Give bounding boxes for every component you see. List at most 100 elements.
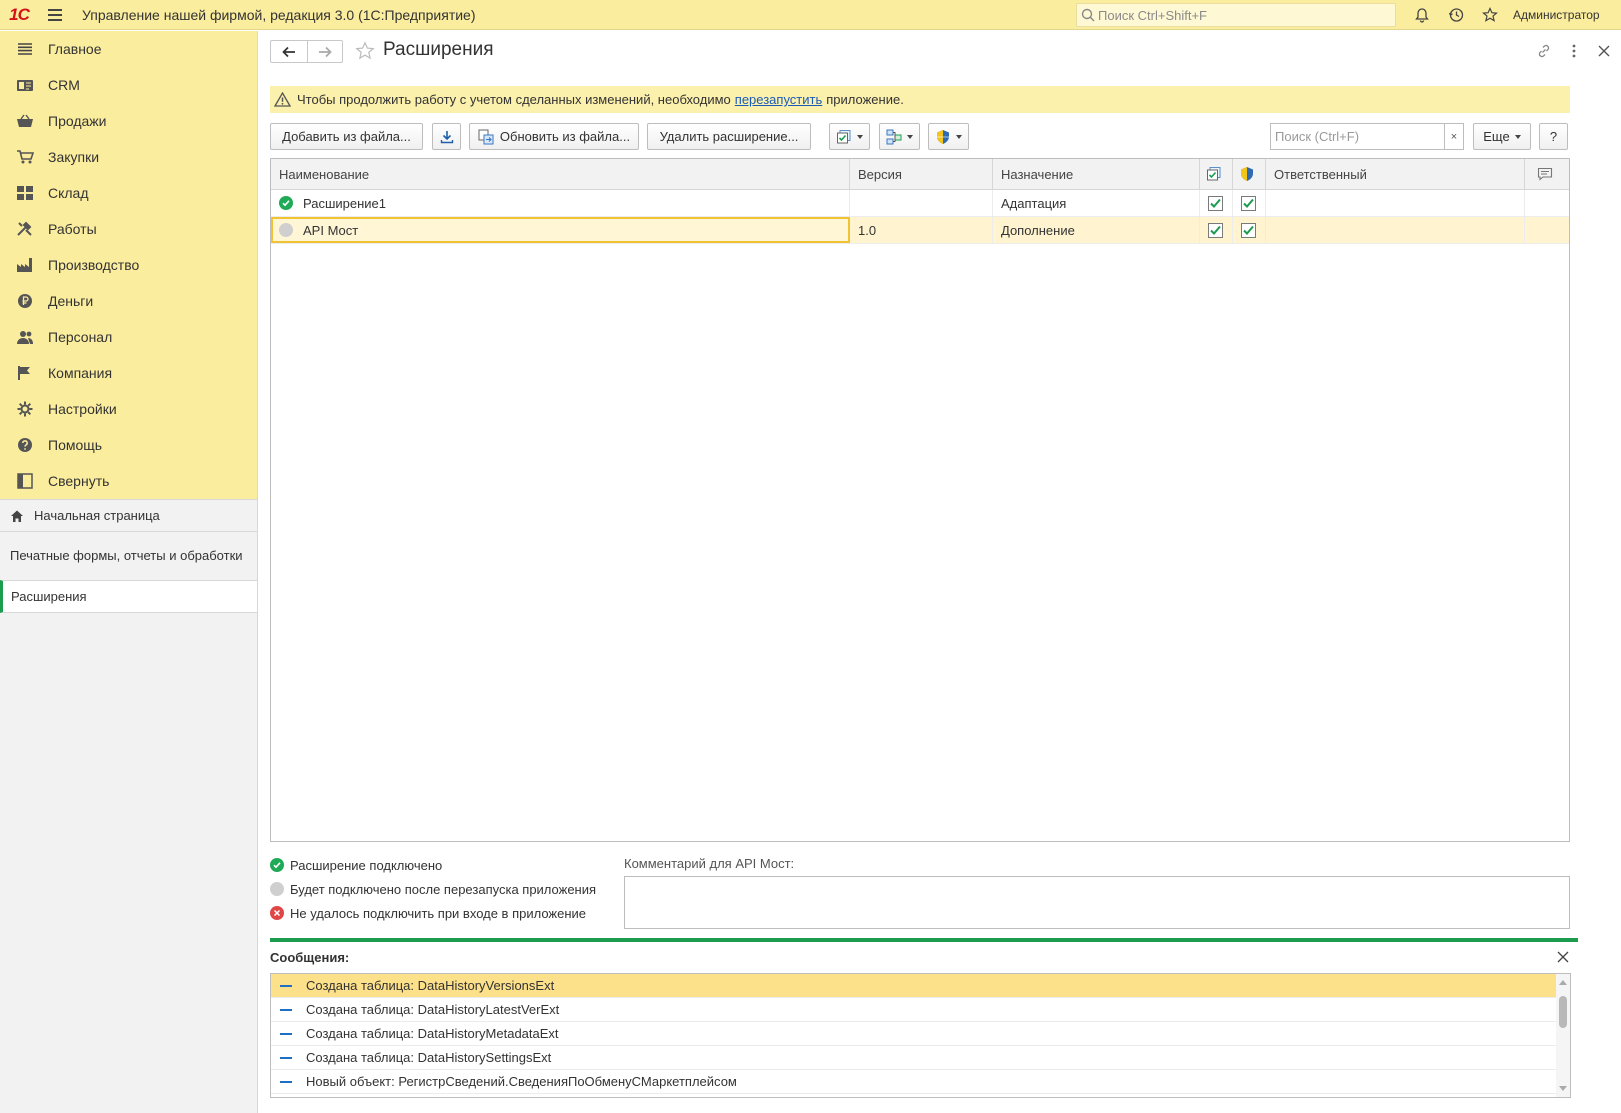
cell-name[interactable]: Расширение1 — [271, 190, 850, 216]
column-comment[interactable] — [1525, 159, 1569, 189]
table-row[interactable]: Расширение1 Адаптация — [271, 190, 1569, 217]
column-name[interactable]: Наименование — [271, 159, 850, 189]
search-input[interactable]: Поиск (Ctrl+F) — [1270, 123, 1445, 150]
crm-icon — [16, 76, 34, 94]
cell-purpose: Дополнение — [993, 217, 1200, 243]
open-window-extensions[interactable]: Расширения — [0, 580, 257, 613]
connected-check-icon — [270, 858, 284, 872]
factory-icon — [16, 256, 34, 274]
tools-icon — [16, 220, 34, 238]
more-vertical-icon[interactable] — [1565, 39, 1583, 63]
cell-comment — [1525, 217, 1569, 243]
update-from-file-button[interactable]: Обновить из файла... — [469, 123, 639, 150]
shield-icon — [1239, 166, 1255, 182]
sidebar-item-5[interactable]: Работы — [0, 211, 257, 247]
bell-icon[interactable] — [1405, 0, 1439, 30]
open-window-home[interactable]: Начальная страница — [0, 499, 257, 531]
global-search-input[interactable]: Поиск Ctrl+Shift+F — [1076, 3, 1396, 27]
sidebar: Главное CRM Продажи Закупки Склад Работы Произ… — [0, 31, 258, 1113]
safe-mode-checkbox[interactable] — [1241, 195, 1256, 211]
table-row[interactable]: API Мост 1.0 Дополнение — [271, 217, 1569, 244]
home-icon — [10, 509, 24, 523]
message-dash-icon — [280, 1008, 292, 1011]
comment-icon — [1537, 167, 1553, 181]
sidebar-item-4[interactable]: Склад — [0, 175, 257, 211]
sections-panel: Главное CRM Продажи Закупки Склад Работы Произ… — [0, 31, 257, 499]
cell-purpose: Адаптация — [993, 190, 1200, 216]
close-icon[interactable] — [1595, 39, 1613, 63]
message-row[interactable]: Создана таблица: DataHistoryLatestVerExt — [271, 998, 1556, 1022]
sidebar-item-7[interactable]: Деньги — [0, 283, 257, 319]
sidebar-item-8[interactable]: Персонал — [0, 319, 257, 355]
cell-name[interactable]: API Мост — [271, 217, 850, 243]
warehouse-icon — [16, 184, 34, 202]
extensions-check-icon — [836, 129, 852, 145]
logo-1c[interactable]: 1С — [0, 0, 38, 30]
messages-title: Сообщения: — [270, 950, 350, 965]
sidebar-item-1[interactable]: CRM — [0, 67, 257, 103]
cell-responsible — [1266, 190, 1525, 216]
status-legend: Расширение подключено Будет подключено п… — [270, 853, 610, 925]
column-active[interactable] — [1200, 159, 1233, 189]
sidebar-item-6[interactable]: Производство — [0, 247, 257, 283]
structure-dropdown[interactable] — [879, 123, 920, 150]
sidebar-item-9[interactable]: Компания — [0, 355, 257, 391]
sidebar-item-0[interactable]: Главное — [0, 31, 257, 67]
link-icon[interactable] — [1535, 39, 1553, 63]
messages-divider — [270, 938, 1578, 942]
comment-field[interactable] — [624, 876, 1570, 929]
history-icon[interactable] — [1439, 0, 1473, 30]
help-icon — [16, 436, 34, 454]
help-button[interactable]: ? — [1539, 123, 1568, 150]
sidebar-item-12[interactable]: Свернуть — [0, 463, 257, 499]
messages-scrollbar[interactable] — [1556, 974, 1570, 1097]
safe-mode-checkbox[interactable] — [1241, 222, 1256, 238]
message-row[interactable]: Создана таблица: DataHistorySettingsExt — [271, 1046, 1556, 1070]
clear-search-button[interactable]: × — [1444, 123, 1464, 150]
save-to-file-button[interactable] — [432, 123, 461, 150]
user-name[interactable]: Администратор — [1513, 8, 1600, 22]
back-arrow-icon[interactable] — [271, 41, 307, 62]
basket-icon — [16, 112, 34, 130]
active-filter-dropdown[interactable] — [829, 123, 870, 150]
sidebar-item-2[interactable]: Продажи — [0, 103, 257, 139]
update-db-icon — [478, 129, 494, 145]
restart-link[interactable]: перезапустить — [735, 92, 822, 107]
open-window-reports[interactable]: Печатные формы, отчеты и обработки — [0, 531, 257, 580]
close-messages-icon[interactable] — [1553, 947, 1573, 967]
error-cross-icon — [270, 906, 284, 920]
people-icon — [16, 328, 34, 346]
open-windows-panel: Начальная страница Печатные формы, отчет… — [0, 499, 257, 613]
message-row[interactable]: Новый объект: РегистрСведений.СведенияПо… — [271, 1070, 1556, 1094]
column-responsible[interactable]: Ответственный — [1266, 159, 1525, 189]
add-favorite-star-icon[interactable] — [355, 41, 375, 64]
collapse-icon — [16, 472, 34, 490]
cart-icon — [16, 148, 34, 166]
main-menu-icon[interactable] — [38, 0, 72, 30]
column-purpose[interactable]: Назначение — [993, 159, 1200, 189]
forward-arrow-icon[interactable] — [306, 41, 343, 62]
main-form: Расширения Чтобы продолжить работу с уче… — [259, 31, 1621, 1113]
cell-version — [850, 190, 993, 216]
cell-comment — [1525, 190, 1569, 216]
active-checkbox[interactable] — [1208, 222, 1223, 238]
column-version[interactable]: Версия — [850, 159, 993, 189]
legend-connected: Расширение подключено — [270, 853, 610, 877]
sidebar-item-10[interactable]: Настройки — [0, 391, 257, 427]
message-row[interactable]: Создана таблица: DataHistoryVersionsExt — [271, 974, 1556, 998]
add-from-file-button[interactable]: Добавить из файла... — [270, 123, 423, 150]
active-checkbox[interactable] — [1208, 195, 1223, 211]
safe-mode-dropdown[interactable] — [928, 123, 969, 150]
legend-pending: Будет подключено после перезапуска прило… — [270, 877, 610, 901]
pending-circle-icon — [270, 882, 284, 896]
ruble-icon — [16, 292, 34, 310]
favorites-star-icon[interactable] — [1473, 0, 1507, 30]
sidebar-item-11[interactable]: Помощь — [0, 427, 257, 463]
sidebar-item-3[interactable]: Закупки — [0, 139, 257, 175]
shield-icon — [935, 129, 951, 145]
delete-extension-button[interactable]: Удалить расширение... — [647, 123, 811, 150]
column-safe-mode[interactable] — [1233, 159, 1266, 189]
message-row[interactable]: Создана таблица: DataHistoryMetadataExt — [271, 1022, 1556, 1046]
cell-active — [1200, 190, 1233, 216]
more-button[interactable]: Еще — [1473, 123, 1531, 150]
